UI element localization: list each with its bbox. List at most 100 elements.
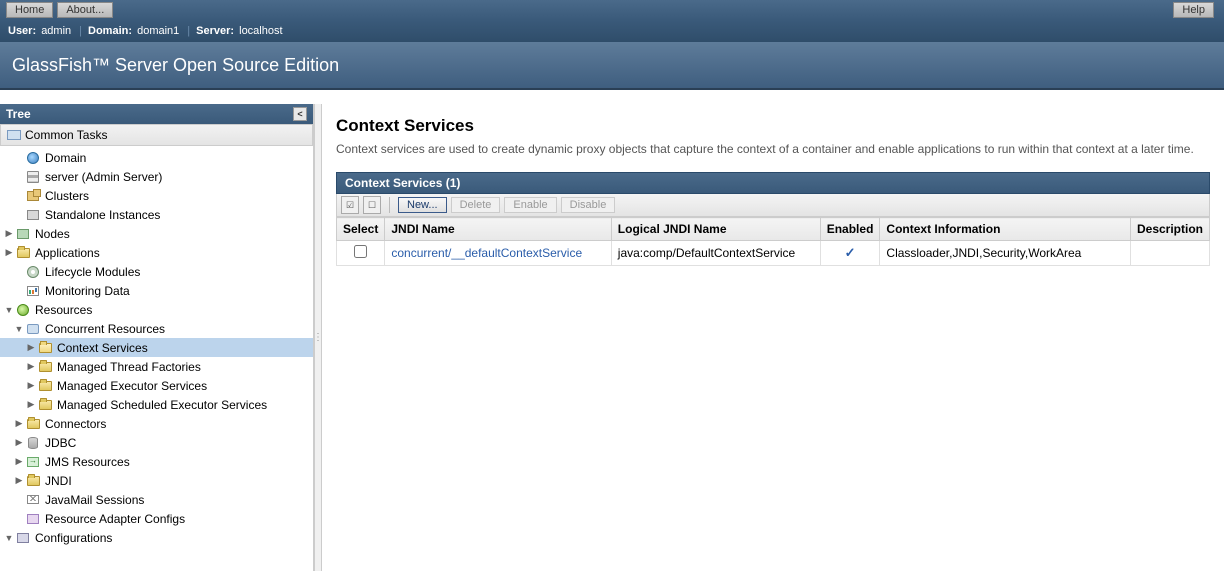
expand-icon[interactable]: ▶ — [26, 361, 36, 372]
user-label: User: — [8, 25, 36, 37]
tree-label: JMS Resources — [45, 455, 130, 469]
select-all-button[interactable]: ☑ — [341, 196, 359, 214]
table-panel-header: Context Services (1) — [336, 172, 1210, 194]
tree-label: Managed Thread Factories — [57, 360, 201, 374]
tree-node-lifecycle[interactable]: Lifecycle Modules — [0, 262, 313, 281]
collapse-icon[interactable]: ▼ — [4, 533, 14, 543]
expand-icon[interactable]: ▶ — [14, 437, 24, 448]
navigation-tree: Domain server (Admin Server) Clusters St… — [0, 146, 313, 571]
tree-node-mes[interactable]: ▶ Managed Executor Services — [0, 376, 313, 395]
tree-label: Clusters — [45, 189, 89, 203]
collapse-icon[interactable]: ▼ — [14, 324, 24, 334]
expand-icon[interactable]: ▶ — [26, 380, 36, 391]
tree-label: Resource Adapter Configs — [45, 512, 185, 526]
tree-label: Standalone Instances — [45, 208, 160, 222]
col-select: Select — [337, 218, 385, 241]
tree-label: Concurrent Resources — [45, 322, 165, 336]
folder-icon — [17, 248, 30, 258]
tree-node-admin-server[interactable]: server (Admin Server) — [0, 167, 313, 186]
tree-label: Domain — [45, 151, 86, 165]
tree-node-applications[interactable]: ▶ Applications — [0, 243, 313, 262]
config-icon — [17, 533, 29, 543]
collapse-icon[interactable]: ▼ — [4, 305, 14, 315]
col-context[interactable]: Context Information — [880, 218, 1131, 241]
home-button[interactable]: Home — [6, 2, 53, 18]
folder-icon — [39, 400, 52, 410]
server-value: localhost — [239, 25, 282, 37]
mail-icon — [27, 495, 39, 504]
enable-button[interactable]: Enable — [504, 197, 556, 213]
tree-label: Applications — [35, 246, 100, 260]
new-button[interactable]: New... — [398, 197, 447, 213]
table-toolbar: ☑ ☐ New... Delete Enable Disable — [336, 194, 1210, 217]
tree-node-clusters[interactable]: Clusters — [0, 186, 313, 205]
jndi-name-link[interactable]: concurrent/__defaultContextService — [391, 246, 582, 260]
expand-icon[interactable]: ▶ — [4, 247, 14, 258]
folder-icon — [39, 362, 52, 372]
resources-icon — [17, 304, 29, 316]
tree-node-nodes[interactable]: ▶ Nodes — [0, 224, 313, 243]
session-info-bar: User: admin | Domain: domain1 | Server: … — [0, 20, 1224, 42]
description-cell — [1130, 241, 1209, 266]
col-description[interactable]: Description — [1130, 218, 1209, 241]
tree-label: Context Services — [57, 341, 148, 355]
database-icon — [28, 437, 38, 449]
tree-node-concurrent[interactable]: ▼ Concurrent Resources — [0, 319, 313, 338]
col-jndi[interactable]: JNDI Name — [385, 218, 611, 241]
tree-label: Managed Scheduled Executor Services — [57, 398, 267, 412]
domain-label: Domain: — [88, 25, 132, 37]
tree-node-mses[interactable]: ▶ Managed Scheduled Executor Services — [0, 395, 313, 414]
folder-icon — [39, 381, 52, 391]
expand-icon[interactable]: ▶ — [14, 475, 24, 486]
tree-label: server (Admin Server) — [45, 170, 162, 184]
folder-icon — [27, 476, 40, 486]
col-enabled[interactable]: Enabled — [820, 218, 880, 241]
deselect-all-button[interactable]: ☐ — [363, 196, 381, 214]
tree-node-jndi[interactable]: ▶ JNDI — [0, 471, 313, 490]
context-info-cell: Classloader,JNDI,Security,WorkArea — [880, 241, 1131, 266]
tree-node-connectors[interactable]: ▶ Connectors — [0, 414, 313, 433]
instance-icon — [27, 210, 39, 220]
expand-icon[interactable]: ▶ — [4, 228, 14, 239]
expand-icon[interactable]: ▶ — [26, 342, 36, 353]
tree-label: Monitoring Data — [45, 284, 130, 298]
logical-jndi-cell: java:comp/DefaultContextService — [611, 241, 820, 266]
tree-node-standalone[interactable]: Standalone Instances — [0, 205, 313, 224]
tree-node-domain[interactable]: Domain — [0, 148, 313, 167]
tree-node-configurations[interactable]: ▼ Configurations — [0, 528, 313, 547]
product-title: GlassFish™ Server Open Source Edition — [12, 55, 339, 76]
tree-label: JavaMail Sessions — [45, 493, 144, 507]
tree-node-jms[interactable]: ▶ JMS Resources — [0, 452, 313, 471]
folder-icon — [27, 419, 40, 429]
top-menu-bar: Home About... Help — [0, 0, 1224, 20]
tree-label: Configurations — [35, 531, 112, 545]
tree-node-rac[interactable]: Resource Adapter Configs — [0, 509, 313, 528]
expand-icon[interactable]: ▶ — [14, 418, 24, 429]
toolbar-separator — [389, 197, 390, 213]
tree-node-monitoring[interactable]: Monitoring Data — [0, 281, 313, 300]
tree-node-context-services[interactable]: ▶ Context Services — [0, 338, 313, 357]
help-button[interactable]: Help — [1173, 2, 1214, 18]
collapse-sidebar-button[interactable]: < — [293, 107, 307, 121]
product-banner: GlassFish™ Server Open Source Edition — [0, 42, 1224, 90]
expand-icon[interactable]: ▶ — [14, 456, 24, 467]
delete-button[interactable]: Delete — [451, 197, 501, 213]
common-tasks-link[interactable]: Common Tasks — [0, 124, 313, 146]
sidebar-splitter[interactable] — [314, 104, 322, 571]
cluster-icon — [27, 191, 39, 201]
about-button[interactable]: About... — [57, 2, 113, 18]
adapter-icon — [27, 514, 39, 524]
disable-button[interactable]: Disable — [561, 197, 616, 213]
col-logical[interactable]: Logical JNDI Name — [611, 218, 820, 241]
tree-node-javamail[interactable]: JavaMail Sessions — [0, 490, 313, 509]
common-tasks-label: Common Tasks — [25, 128, 107, 142]
navigation-sidebar: Tree < Common Tasks Domain server (Admin… — [0, 104, 314, 571]
page-description: Context services are used to create dyna… — [336, 142, 1210, 156]
tree-header-label: Tree — [6, 107, 31, 121]
tree-node-resources[interactable]: ▼ Resources — [0, 300, 313, 319]
expand-icon[interactable]: ▶ — [26, 399, 36, 410]
tree-node-mtf[interactable]: ▶ Managed Thread Factories — [0, 357, 313, 376]
row-select-checkbox[interactable] — [354, 245, 367, 258]
tree-label: Lifecycle Modules — [45, 265, 140, 279]
tree-node-jdbc[interactable]: ▶ JDBC — [0, 433, 313, 452]
